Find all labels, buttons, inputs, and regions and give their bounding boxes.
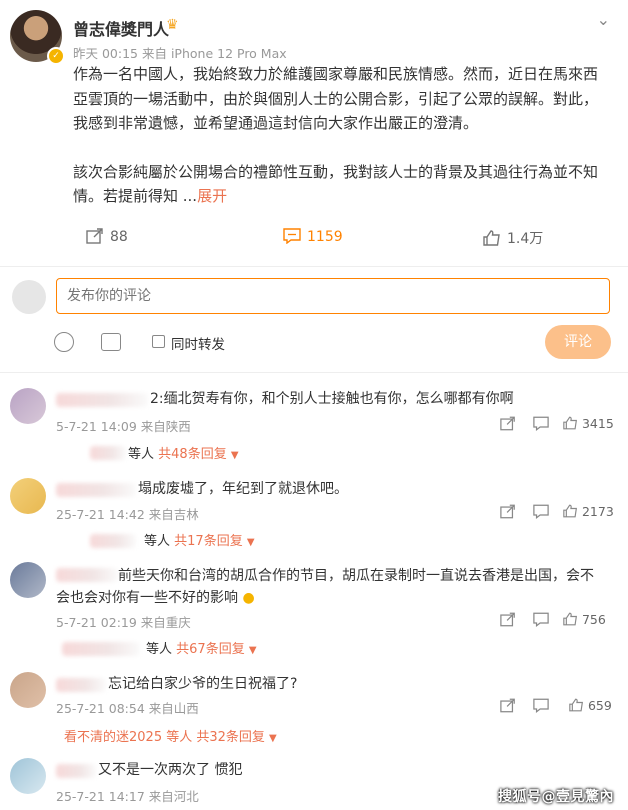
thumbs-up-icon (563, 504, 578, 518)
commenter-avatar[interactable] (10, 672, 46, 708)
crown-badge-icon: ♛ (166, 17, 179, 33)
thumbs-up-icon (483, 230, 500, 246)
repost-count: 88 (110, 229, 128, 245)
comment-like-button[interactable]: 2173 (563, 504, 614, 519)
repost-button[interactable]: 88 (86, 228, 128, 245)
post-source: 来自 iPhone 12 Pro Max (141, 46, 287, 61)
comment-icon (283, 228, 301, 244)
comment-text: 忘记给白家少爷的生日祝福了? (108, 676, 298, 692)
comment-like-button[interactable]: 659 (569, 698, 612, 713)
replier-name (62, 642, 140, 656)
commenter-name[interactable] (56, 393, 148, 407)
repost-icon[interactable] (500, 416, 516, 431)
comment-text: 2:缅北贺寿有你，和个别人士接触也有你，怎么哪都有你啊 (150, 391, 514, 407)
reply-count: 共48条回复 (158, 447, 227, 462)
comment-like-button[interactable]: 756 (563, 612, 606, 627)
repost-icon[interactable] (500, 612, 516, 627)
emoji-icon[interactable] (54, 332, 74, 352)
comment-like-count: 3415 (581, 416, 614, 431)
thumbs-up-icon (563, 612, 578, 626)
like-count: 1.4万 (507, 231, 544, 247)
comment-icon[interactable] (533, 504, 549, 519)
comment-icon[interactable] (533, 612, 549, 627)
commenter-avatar[interactable] (10, 758, 46, 794)
comment-like-count: 659 (587, 698, 612, 713)
replier-name (90, 446, 126, 460)
commenter-name[interactable] (56, 678, 106, 692)
divider (0, 266, 628, 267)
user-avatar (12, 280, 46, 314)
caret-down-icon: ▼ (230, 450, 239, 461)
repost-icon (86, 228, 103, 244)
comment-count: 1159 (307, 229, 343, 245)
post-paragraph-2: 該次合影純屬於公開場合的禮節性互動，我對該人士的背景及其過往行為並不知情。若提前… (73, 162, 599, 206)
comment-text: 塌成废墟了，年纪到了就退休吧。 (138, 481, 348, 497)
reply-summary[interactable]: 等人 共17条回复 ▼ (144, 530, 255, 549)
comment-like-button[interactable]: 3415 (563, 416, 614, 431)
commenter-avatar[interactable] (10, 478, 46, 514)
commenter-name[interactable] (56, 483, 136, 497)
comment-meta: 5-7-21 02:19 来自重庆 (56, 615, 191, 630)
comment-icon[interactable] (533, 416, 549, 431)
divider (0, 372, 628, 373)
post-body: 作為一名中國人，我始終致力於維護國家尊嚴和民族情感。然而，近日在馬來西亞雲頂的一… (73, 62, 603, 209)
repost-checkbox-label: 同时转发 (171, 337, 225, 353)
caret-down-icon: ▼ (248, 645, 257, 656)
chevron-down-icon[interactable]: ⌄ (597, 10, 610, 29)
verified-badge-icon: ✓ (47, 47, 65, 65)
comment-meta: 25-7-21 08:54 来自山西 (56, 701, 199, 716)
post-time: 昨天 00:15 (73, 46, 138, 61)
author-name[interactable]: 曾志偉獎門人 (73, 16, 169, 40)
commenter-name[interactable] (56, 764, 96, 778)
thumbs-up-icon (563, 416, 578, 430)
repost-icon[interactable] (500, 504, 516, 519)
replier-name (90, 534, 136, 548)
emoji-icon: ● (242, 590, 255, 606)
commenter-avatar[interactable] (10, 562, 46, 598)
reply-summary[interactable]: 等人 共67条回复 ▼ (146, 638, 257, 657)
watermark: 搜狐号@壹見驚內 (498, 789, 614, 805)
repost-icon[interactable] (500, 698, 516, 713)
thumbs-up-icon (569, 698, 584, 712)
repost-checkbox[interactable] (152, 335, 165, 348)
comment-text: 又不是一次两次了 惯犯 (98, 762, 243, 778)
comment-meta: 25-7-21 14:17 来自河北 (56, 789, 199, 804)
post-meta: 昨天 00:15 来自 iPhone 12 Pro Max (73, 43, 287, 62)
comment-meta: 25-7-21 14:42 来自吉林 (56, 507, 199, 522)
comment-meta: 5-7-21 14:09 来自陕西 (56, 419, 191, 434)
comment-icon[interactable] (533, 698, 549, 713)
caret-down-icon: ▼ (246, 537, 255, 548)
reply-summary[interactable]: 看不清的迷2025 等人 共32条回复 ▼ (64, 726, 277, 745)
comment-input[interactable] (56, 278, 610, 314)
caret-down-icon: ▼ (269, 733, 277, 744)
reply-count: 共67条回复 (176, 642, 245, 657)
comment-text: 前些天你和台湾的胡瓜合作的节目，胡瓜在录制时一直说去香港是出国，会不会也会对你有… (56, 568, 594, 606)
expand-link[interactable]: 展开 (197, 187, 227, 205)
reply-count: 共17条回复 (174, 534, 243, 549)
reply-count: 共32条回复 (196, 730, 265, 745)
reply-summary[interactable]: 等人 共48条回复 ▼ (128, 443, 239, 462)
comment-button[interactable]: 1159 (283, 228, 343, 245)
submit-comment-button[interactable]: 评论 (545, 325, 611, 359)
commenter-avatar[interactable] (10, 388, 46, 424)
post-paragraph-1: 作為一名中國人，我始終致力於維護國家尊嚴和民族情感。然而，近日在馬來西亞雲頂的一… (73, 65, 599, 133)
comment-like-count: 2173 (581, 504, 614, 519)
comment-like-count: 756 (581, 612, 606, 627)
like-button[interactable]: 1.4万 (483, 228, 543, 248)
image-icon[interactable] (101, 333, 121, 351)
